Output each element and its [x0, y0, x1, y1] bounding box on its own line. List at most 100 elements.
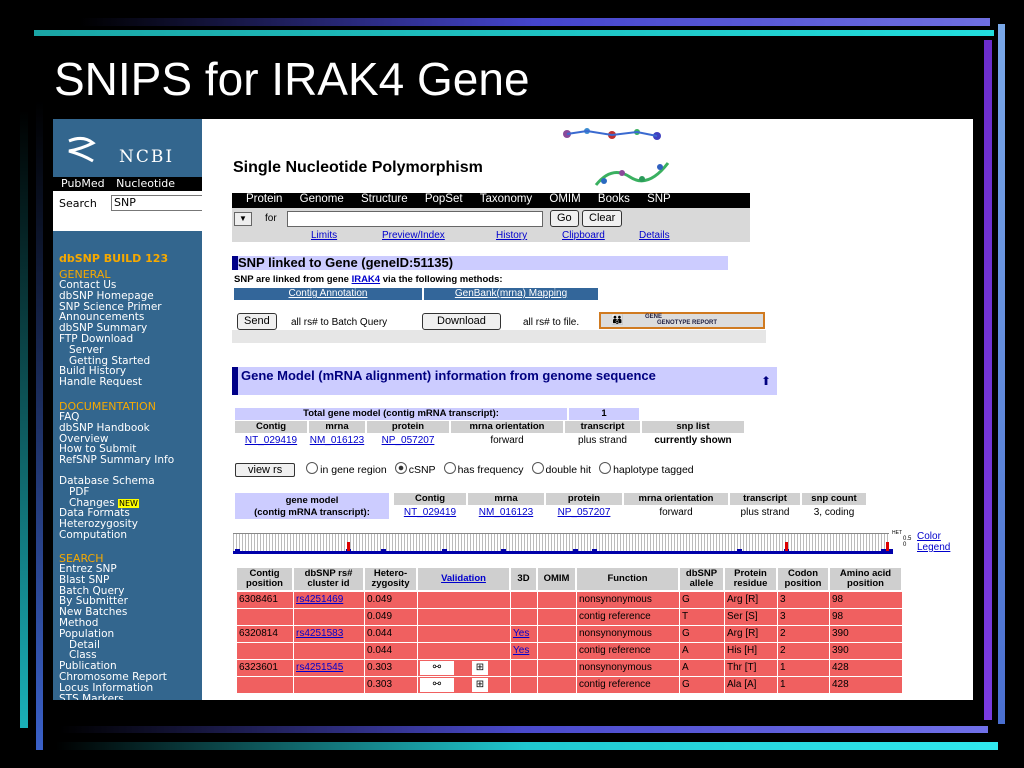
sidebar-item-sts-markers[interactable]: STS Markers: [59, 693, 124, 700]
ncbi-logo[interactable]: NCBI: [63, 135, 193, 169]
up-arrow-icon[interactable]: ⬆: [755, 367, 777, 395]
radio-button[interactable]: [443, 462, 456, 474]
snp-table-header-line2: allele: [689, 578, 714, 589]
entrez-search-bar: ▼ for Go Clear Limits Preview/Index Hist…: [232, 208, 750, 242]
gene-model-heading: Gene Model (mRNA alignment) information …: [232, 367, 758, 395]
search-term-input[interactable]: [287, 211, 543, 227]
color-legend-link2[interactable]: Legend: [917, 542, 950, 553]
filter-option-label: double hit: [545, 464, 592, 476]
decor-bar-bottom: [60, 726, 988, 733]
validation-link[interactable]: Validation: [441, 573, 486, 584]
details-link[interactable]: Details: [639, 230, 670, 241]
table-cell: 390: [830, 626, 903, 642]
sidebar-item-handle-request[interactable]: Handle Request: [59, 377, 142, 388]
linked-description: SNP are linked from gene IRAK4 via the f…: [234, 274, 503, 285]
table-cell: G: [680, 626, 725, 642]
nav-books[interactable]: Books: [598, 193, 630, 205]
filter-option[interactable]: has frequency: [436, 462, 524, 476]
gene-model-header: Contig: [235, 421, 307, 433]
snp-table-header-line2: position: [246, 578, 283, 589]
decor-bar-bottom2: [56, 742, 998, 750]
download-button[interactable]: Download: [422, 313, 501, 330]
table-cell: 6308461: [237, 592, 294, 608]
clipboard-link[interactable]: Clipboard: [562, 230, 605, 241]
snp-table-header[interactable]: Validation: [418, 568, 510, 590]
radio-button[interactable]: [306, 462, 319, 474]
filter-row: view rs in gene region cSNP has frequency d…: [235, 462, 694, 478]
structure-icon[interactable]: ⚯: [420, 661, 454, 675]
limits-link[interactable]: Limits: [311, 230, 337, 241]
clear-button[interactable]: Clear: [582, 210, 623, 227]
table-cell-link[interactable]: Yes: [511, 626, 538, 642]
chevron-down-icon[interactable]: ▼: [234, 212, 252, 226]
gene-model2-link[interactable]: NM_016123: [468, 507, 544, 519]
snp-marker: [785, 542, 788, 551]
snp-table-header: Codon position: [778, 568, 829, 590]
nav-popset[interactable]: PopSet: [425, 193, 463, 205]
track-marker: [235, 549, 240, 554]
table-cell-link[interactable]: rs4251583: [294, 626, 365, 642]
table-cell: Arg [R]: [725, 626, 778, 642]
nav-genome[interactable]: Genome: [300, 193, 344, 205]
nav-snp[interactable]: SNP: [647, 193, 671, 205]
snp-table-header: dbSNP rs# cluster id: [294, 568, 364, 590]
sidebar-item-computation[interactable]: Computation: [59, 530, 127, 541]
structure-icon[interactable]: ⚯: [420, 678, 454, 692]
filter-option[interactable]: cSNP: [387, 462, 436, 476]
table-cell: 3: [778, 609, 830, 625]
genbank-mapping-tab[interactable]: GenBank(mrna) Mapping: [424, 288, 598, 300]
tree-icon[interactable]: ⊞: [472, 678, 488, 692]
download-text: all rs# to file.: [523, 317, 580, 328]
total-model-label: Total gene model (contig mRNA transcript…: [235, 408, 567, 420]
tree-icon[interactable]: ⊞: [472, 661, 488, 675]
gene-model2-header: protein: [546, 493, 622, 505]
nav-taxonomy[interactable]: Taxonomy: [480, 193, 532, 205]
table-cell: Ala [A]: [725, 677, 778, 693]
table-cell: [538, 626, 577, 642]
snp-table-header-line2: residue: [733, 578, 768, 589]
filter-option[interactable]: double hit: [524, 462, 592, 476]
contig-annotation-tab[interactable]: Contig Annotation: [234, 288, 422, 300]
color-legend-link[interactable]: Color: [917, 531, 941, 542]
filter-option[interactable]: in gene region: [298, 462, 387, 476]
table-cell-link[interactable]: rs4251545: [294, 660, 365, 676]
gene-genotype-report-button[interactable]: 👪 GENE GENOTYPE REPORT: [599, 312, 765, 329]
pubmed-link[interactable]: PubMed: [61, 177, 105, 190]
send-button[interactable]: Send: [237, 313, 277, 330]
snp-table-header-line2: zygosity: [371, 578, 410, 589]
track-marker: [381, 549, 386, 554]
radio-button[interactable]: [599, 462, 612, 474]
table-cell: 98: [830, 609, 903, 625]
snp-table-header-line1: Function: [607, 573, 648, 584]
gene-link[interactable]: IRAK4: [352, 274, 381, 285]
preview-index-link[interactable]: Preview/Index: [382, 230, 445, 241]
track-marker: [737, 549, 742, 554]
gene-model-link[interactable]: NP_057207: [367, 435, 449, 447]
table-cell-link[interactable]: Yes: [511, 643, 538, 659]
gene-model-link[interactable]: NT_029419: [235, 435, 307, 447]
table-cell-link[interactable]: rs4251469: [294, 592, 365, 608]
radio-button[interactable]: [531, 462, 544, 474]
gene-model-link[interactable]: NM_016123: [309, 435, 365, 447]
table-cell: Ser [S]: [725, 609, 778, 625]
nav-omim[interactable]: OMIM: [549, 193, 580, 205]
filter-option[interactable]: haplotype tagged: [591, 462, 694, 476]
search-db-select[interactable]: SNP: [111, 195, 202, 211]
gene-model2-cell: plus strand: [740, 507, 790, 518]
sidebar-item-refsnp-summary-info[interactable]: RefSNP Summary Info: [59, 455, 174, 466]
gene-model-header: snp list: [642, 421, 744, 433]
table-cell: 390: [830, 643, 903, 659]
snp-track[interactable]: [233, 533, 893, 554]
radio-button[interactable]: [394, 462, 407, 474]
history-link[interactable]: History: [496, 230, 527, 241]
nav-protein[interactable]: Protein: [246, 193, 282, 205]
view-rs-button[interactable]: view rs: [235, 463, 296, 477]
snp-table-header: Protein residue: [725, 568, 777, 590]
table-cell: [538, 643, 577, 659]
table-cell: 6323601: [237, 660, 294, 676]
go-button[interactable]: Go: [550, 210, 579, 227]
nav-structure[interactable]: Structure: [361, 193, 408, 205]
gene-model2-link[interactable]: NT_029419: [394, 507, 466, 519]
nucleotide-link[interactable]: Nucleotide: [116, 177, 175, 190]
gene-model2-link[interactable]: NP_057207: [546, 507, 622, 519]
